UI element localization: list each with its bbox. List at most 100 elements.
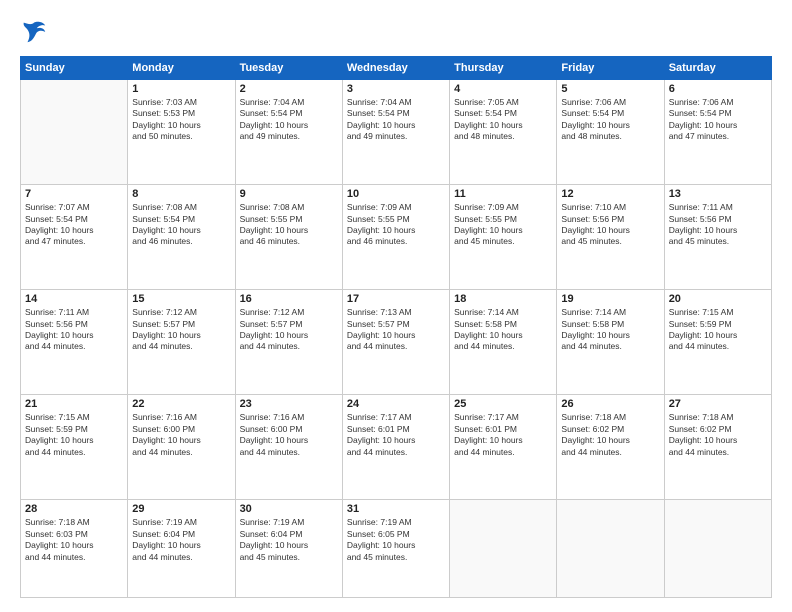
day-number: 21 (25, 398, 123, 410)
day-info: Sunrise: 7:04 AM Sunset: 5:54 PM Dayligh… (347, 97, 445, 143)
day-number: 6 (669, 83, 767, 95)
calendar-cell: 12 Sunrise: 7:10 AM Sunset: 5:56 PM Dayli… (557, 185, 664, 290)
day-number: 19 (561, 293, 659, 305)
day-number: 18 (454, 293, 552, 305)
day-number: 5 (561, 83, 659, 95)
day-number: 23 (240, 398, 338, 410)
day-info: Sunrise: 7:19 AM Sunset: 6:04 PM Dayligh… (132, 517, 230, 563)
calendar-cell: 19 Sunrise: 7:14 AM Sunset: 5:58 PM Dayli… (557, 290, 664, 395)
day-number: 15 (132, 293, 230, 305)
calendar-cell: 8 Sunrise: 7:08 AM Sunset: 5:54 PM Daylig… (128, 185, 235, 290)
day-number: 26 (561, 398, 659, 410)
calendar-cell: 13 Sunrise: 7:11 AM Sunset: 5:56 PM Dayli… (664, 185, 771, 290)
day-info: Sunrise: 7:09 AM Sunset: 5:55 PM Dayligh… (454, 202, 552, 248)
day-info: Sunrise: 7:06 AM Sunset: 5:54 PM Dayligh… (561, 97, 659, 143)
day-info: Sunrise: 7:06 AM Sunset: 5:54 PM Dayligh… (669, 97, 767, 143)
day-info: Sunrise: 7:16 AM Sunset: 6:00 PM Dayligh… (132, 412, 230, 458)
calendar-cell: 25 Sunrise: 7:17 AM Sunset: 6:01 PM Dayli… (450, 395, 557, 500)
calendar-cell (557, 500, 664, 598)
day-number: 1 (132, 83, 230, 95)
day-number: 14 (25, 293, 123, 305)
day-info: Sunrise: 7:18 AM Sunset: 6:02 PM Dayligh… (561, 412, 659, 458)
day-info: Sunrise: 7:14 AM Sunset: 5:58 PM Dayligh… (561, 307, 659, 353)
calendar-week-row: 7 Sunrise: 7:07 AM Sunset: 5:54 PM Daylig… (21, 185, 772, 290)
calendar-cell: 11 Sunrise: 7:09 AM Sunset: 5:55 PM Dayli… (450, 185, 557, 290)
day-number: 8 (132, 188, 230, 200)
calendar-week-row: 14 Sunrise: 7:11 AM Sunset: 5:56 PM Dayli… (21, 290, 772, 395)
day-info: Sunrise: 7:12 AM Sunset: 5:57 PM Dayligh… (132, 307, 230, 353)
day-number: 30 (240, 503, 338, 515)
weekday-header: Monday (128, 57, 235, 80)
calendar-cell: 20 Sunrise: 7:15 AM Sunset: 5:59 PM Dayli… (664, 290, 771, 395)
calendar-cell: 14 Sunrise: 7:11 AM Sunset: 5:56 PM Dayli… (21, 290, 128, 395)
calendar-cell: 26 Sunrise: 7:18 AM Sunset: 6:02 PM Dayli… (557, 395, 664, 500)
header (20, 18, 772, 46)
calendar-cell: 23 Sunrise: 7:16 AM Sunset: 6:00 PM Dayli… (235, 395, 342, 500)
calendar-cell: 3 Sunrise: 7:04 AM Sunset: 5:54 PM Daylig… (342, 80, 449, 185)
calendar-cell: 2Sunrise: 7:04 AM Sunset: 5:54 PM Daylig… (235, 80, 342, 185)
day-number: 12 (561, 188, 659, 200)
weekday-header: Thursday (450, 57, 557, 80)
calendar-cell: 10Sunrise: 7:09 AM Sunset: 5:55 PM Dayli… (342, 185, 449, 290)
day-info: Sunrise: 7:19 AM Sunset: 6:04 PM Dayligh… (240, 517, 338, 563)
day-number: 16 (240, 293, 338, 305)
day-info: Sunrise: 7:07 AM Sunset: 5:54 PM Dayligh… (25, 202, 123, 248)
day-number: 9 (240, 188, 338, 200)
day-info: Sunrise: 7:13 AM Sunset: 5:57 PM Dayligh… (347, 307, 445, 353)
day-number: 22 (132, 398, 230, 410)
calendar-cell: 18 Sunrise: 7:14 AM Sunset: 5:58 PM Dayli… (450, 290, 557, 395)
weekday-header: Wednesday (342, 57, 449, 80)
day-number: 10 (347, 188, 445, 200)
day-info: Sunrise: 7:08 AM Sunset: 5:55 PM Dayligh… (240, 202, 338, 248)
logo (20, 18, 52, 46)
day-info: Sunrise: 7:11 AM Sunset: 5:56 PM Dayligh… (25, 307, 123, 353)
calendar-week-row: 21 Sunrise: 7:15 AM Sunset: 5:59 PM Dayli… (21, 395, 772, 500)
calendar-cell (664, 500, 771, 598)
calendar-cell: 9 Sunrise: 7:08 AM Sunset: 5:55 PM Daylig… (235, 185, 342, 290)
weekday-header: Friday (557, 57, 664, 80)
day-info: Sunrise: 7:04 AM Sunset: 5:54 PM Dayligh… (240, 97, 338, 143)
weekday-header: Saturday (664, 57, 771, 80)
calendar-cell: 28 Sunrise: 7:18 AM Sunset: 6:03 PM Dayli… (21, 500, 128, 598)
day-number: 31 (347, 503, 445, 515)
day-info: Sunrise: 7:12 AM Sunset: 5:57 PM Dayligh… (240, 307, 338, 353)
calendar-cell: 17Sunrise: 7:13 AM Sunset: 5:57 PM Dayli… (342, 290, 449, 395)
day-number: 3 (347, 83, 445, 95)
calendar-cell (450, 500, 557, 598)
logo-icon (20, 18, 48, 46)
calendar-cell: 24Sunrise: 7:17 AM Sunset: 6:01 PM Dayli… (342, 395, 449, 500)
day-number: 7 (25, 188, 123, 200)
calendar-cell: 7 Sunrise: 7:07 AM Sunset: 5:54 PM Daylig… (21, 185, 128, 290)
day-info: Sunrise: 7:11 AM Sunset: 5:56 PM Dayligh… (669, 202, 767, 248)
day-info: Sunrise: 7:15 AM Sunset: 5:59 PM Dayligh… (669, 307, 767, 353)
day-number: 13 (669, 188, 767, 200)
day-number: 27 (669, 398, 767, 410)
day-info: Sunrise: 7:18 AM Sunset: 6:02 PM Dayligh… (669, 412, 767, 458)
day-number: 29 (132, 503, 230, 515)
calendar-cell: 16 Sunrise: 7:12 AM Sunset: 5:57 PM Dayli… (235, 290, 342, 395)
day-info: Sunrise: 7:10 AM Sunset: 5:56 PM Dayligh… (561, 202, 659, 248)
calendar-cell (21, 80, 128, 185)
day-info: Sunrise: 7:18 AM Sunset: 6:03 PM Dayligh… (25, 517, 123, 563)
page: SundayMondayTuesdayWednesdayThursdayFrid… (0, 0, 792, 612)
calendar-cell: 4Sunrise: 7:05 AM Sunset: 5:54 PM Daylig… (450, 80, 557, 185)
calendar-cell: 22 Sunrise: 7:16 AM Sunset: 6:00 PM Dayli… (128, 395, 235, 500)
calendar-header-row: SundayMondayTuesdayWednesdayThursdayFrid… (21, 57, 772, 80)
day-info: Sunrise: 7:17 AM Sunset: 6:01 PM Dayligh… (454, 412, 552, 458)
day-info: Sunrise: 7:08 AM Sunset: 5:54 PM Dayligh… (132, 202, 230, 248)
day-info: Sunrise: 7:15 AM Sunset: 5:59 PM Dayligh… (25, 412, 123, 458)
day-number: 11 (454, 188, 552, 200)
calendar-week-row: 28 Sunrise: 7:18 AM Sunset: 6:03 PM Dayli… (21, 500, 772, 598)
day-info: Sunrise: 7:14 AM Sunset: 5:58 PM Dayligh… (454, 307, 552, 353)
calendar-cell: 30 Sunrise: 7:19 AM Sunset: 6:04 PM Dayli… (235, 500, 342, 598)
weekday-header: Sunday (21, 57, 128, 80)
day-info: Sunrise: 7:16 AM Sunset: 6:00 PM Dayligh… (240, 412, 338, 458)
calendar-cell: 31Sunrise: 7:19 AM Sunset: 6:05 PM Dayli… (342, 500, 449, 598)
calendar-cell: 15 Sunrise: 7:12 AM Sunset: 5:57 PM Dayli… (128, 290, 235, 395)
day-number: 25 (454, 398, 552, 410)
day-number: 20 (669, 293, 767, 305)
calendar-cell: 29 Sunrise: 7:19 AM Sunset: 6:04 PM Dayli… (128, 500, 235, 598)
day-number: 28 (25, 503, 123, 515)
calendar-cell: 27 Sunrise: 7:18 AM Sunset: 6:02 PM Dayli… (664, 395, 771, 500)
day-number: 4 (454, 83, 552, 95)
